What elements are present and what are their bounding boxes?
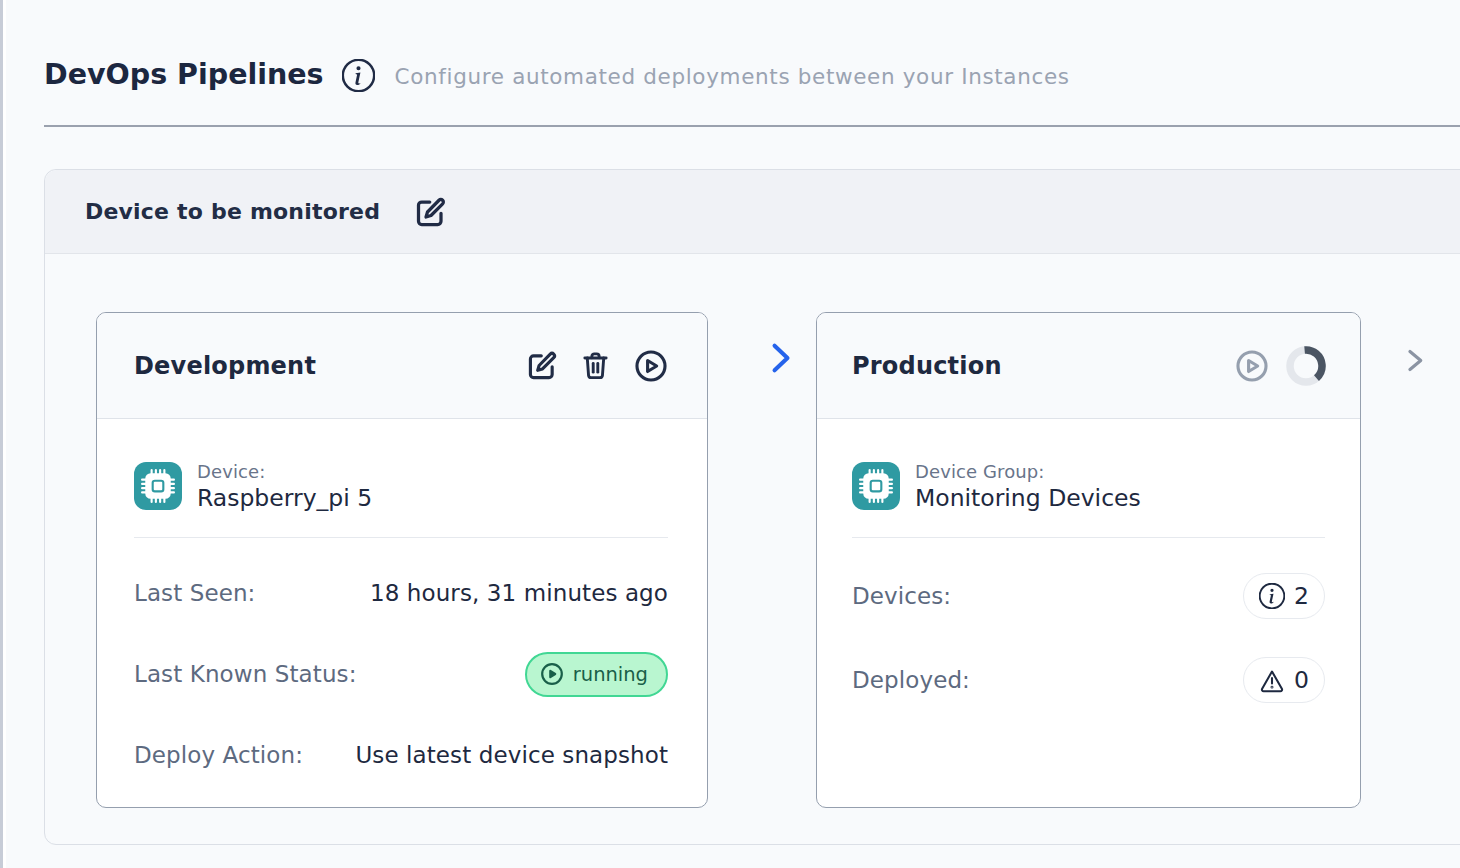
devices-label: Devices: — [852, 583, 951, 609]
pipeline-panel: Device to be monitored Development — [44, 169, 1460, 845]
deployed-count-pill[interactable]: 0 — [1243, 657, 1325, 703]
page-title: DevOps Pipelines — [44, 58, 324, 91]
deploy-action-value: Use latest device snapshot — [355, 742, 668, 768]
chevron-right-icon — [767, 341, 793, 375]
device-label: Device: — [197, 461, 372, 482]
last-seen-value: 18 hours, 31 minutes ago — [370, 580, 668, 606]
devices-row: Devices: 2 — [852, 573, 1325, 619]
delete-stage-icon[interactable] — [581, 351, 610, 380]
info-circle-icon[interactable] — [342, 59, 375, 92]
devices-count: 2 — [1294, 582, 1309, 610]
status-label: Last Known Status: — [134, 661, 357, 687]
deployed-label: Deployed: — [852, 667, 970, 693]
devices-count-pill[interactable]: 2 — [1243, 573, 1325, 619]
stage-title-production: Production — [852, 352, 1235, 380]
info-circle-icon — [1259, 583, 1285, 609]
device-group-name: Monitoring Devices — [915, 484, 1141, 512]
device-group-identity-text: Device Group: Monitoring Devices — [915, 461, 1141, 512]
loading-spinner — [1286, 346, 1326, 386]
device-identity-text: Device: Raspberry_pi 5 — [197, 461, 372, 512]
deployed-count: 0 — [1294, 666, 1309, 694]
deploy-action-label: Deploy Action: — [134, 742, 303, 768]
status-row: Last Known Status: running — [134, 651, 668, 697]
last-seen-label: Last Seen: — [134, 580, 255, 606]
cpu-chip-icon — [852, 462, 900, 510]
stage-connector-chevron — [708, 341, 816, 375]
card-divider — [134, 537, 668, 538]
stage-title-development: Development — [134, 352, 528, 380]
stage-detail-rows: Devices: 2 Deployed: — [852, 573, 1325, 703]
run-stage-icon-disabled[interactable] — [1235, 349, 1269, 383]
stage-detail-rows: Last Seen: 18 hours, 31 minutes ago Last… — [134, 570, 668, 778]
device-group-identity: Device Group: Monitoring Devices — [852, 461, 1325, 512]
carousel-next-button[interactable] — [1403, 348, 1426, 377]
pipeline-panel-header: Device to be monitored — [45, 170, 1460, 254]
status-badge: running — [525, 652, 668, 697]
stage-card-production: Production — [816, 312, 1361, 808]
device-name: Raspberry_pi 5 — [197, 484, 372, 512]
page-header: DevOps Pipelines Configure automated dep… — [44, 0, 1460, 127]
devops-pipelines-page: DevOps Pipelines Configure automated dep… — [6, 0, 1460, 868]
production-card-body: Device Group: Monitoring Devices Devices… — [817, 419, 1360, 703]
deployed-row: Deployed: 0 — [852, 657, 1325, 703]
run-stage-icon[interactable] — [634, 349, 668, 383]
header-divider — [44, 125, 1460, 127]
play-circle-icon — [540, 662, 564, 686]
cpu-chip-icon — [134, 462, 182, 510]
left-panel-edge — [0, 0, 3, 868]
deploy-action-row: Deploy Action: Use latest device snapsho… — [134, 732, 668, 778]
production-card-header: Production — [817, 313, 1360, 419]
last-seen-row: Last Seen: 18 hours, 31 minutes ago — [134, 570, 668, 616]
pipeline-stages: Development — [45, 254, 1460, 808]
stage-card-development: Development — [96, 312, 708, 808]
development-card-header: Development — [97, 313, 707, 419]
page-header-row: DevOps Pipelines Configure automated dep… — [44, 56, 1460, 92]
card-divider — [852, 537, 1325, 538]
page-subtitle: Configure automated deployments between … — [395, 64, 1070, 89]
device-group-label: Device Group: — [915, 461, 1141, 482]
chevron-right-icon — [1403, 348, 1426, 373]
pipeline-name: Device to be monitored — [85, 199, 380, 224]
status-badge-text: running — [573, 663, 648, 686]
warning-triangle-icon — [1259, 667, 1285, 693]
development-card-body: Device: Raspberry_pi 5 Last Seen: 18 hou… — [97, 419, 707, 778]
edit-stage-icon[interactable] — [528, 351, 557, 380]
device-identity: Device: Raspberry_pi 5 — [134, 461, 668, 512]
edit-pipeline-icon[interactable] — [416, 197, 446, 227]
